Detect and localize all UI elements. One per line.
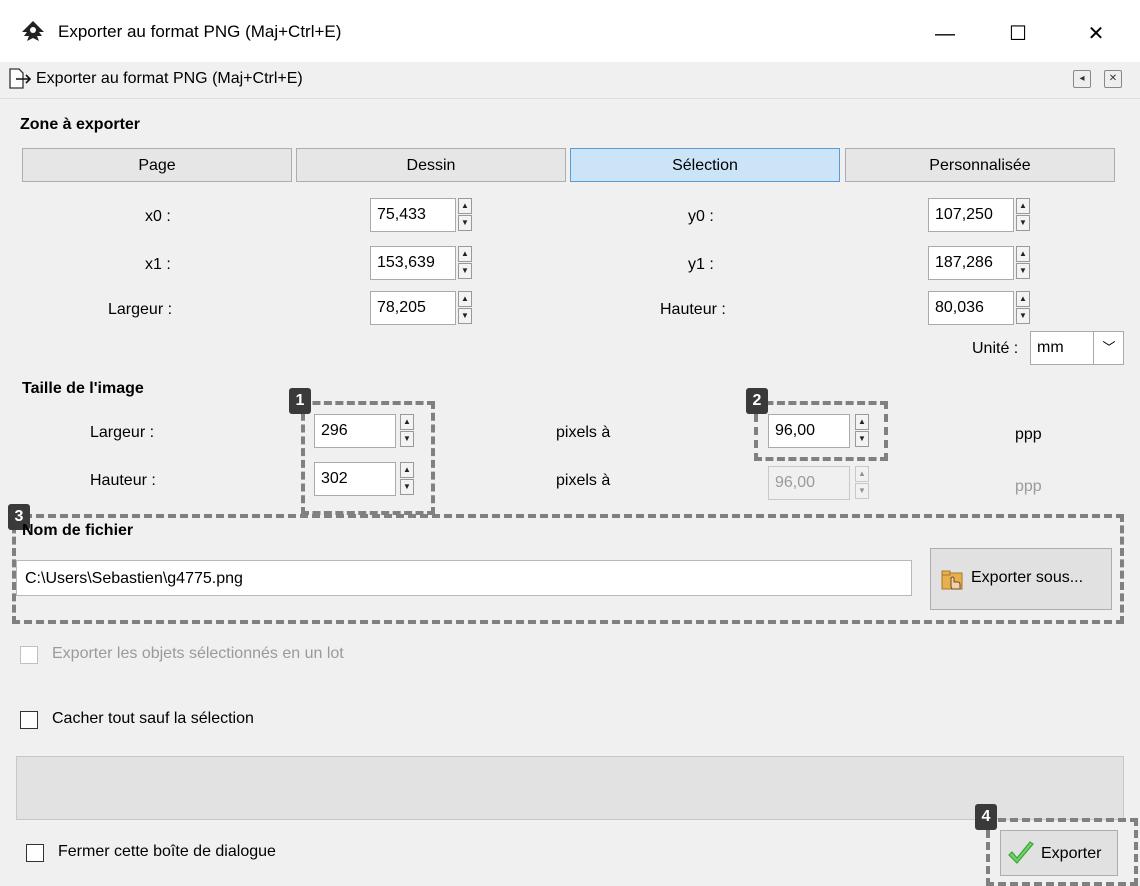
page-button[interactable]: Page xyxy=(22,148,292,182)
inkscape-icon xyxy=(22,21,44,41)
progress-area xyxy=(16,756,1124,820)
image-height-spinner[interactable]: ▲ ▼ xyxy=(400,462,414,496)
chevron-down-icon[interactable]: ﹀ xyxy=(1093,332,1124,364)
pixels-at-label: pixels à xyxy=(556,424,611,441)
y0-input[interactable]: 107,250 xyxy=(928,198,1014,232)
area-width-spinner[interactable]: ▲ ▼ xyxy=(458,291,472,325)
image-width-spinner[interactable]: ▲ ▼ xyxy=(400,414,414,448)
dpi-spinner[interactable]: ▲ ▼ xyxy=(855,414,869,448)
dpi-unit-label-2: ppp xyxy=(1015,478,1042,495)
y1-input[interactable]: 187,286 xyxy=(928,246,1014,280)
close-dialog-checkbox[interactable] xyxy=(26,844,44,862)
dpi-spinner-disabled: ▲ ▼ xyxy=(855,466,869,500)
hide-all-label: Cacher tout sauf la sélection xyxy=(52,710,254,727)
area-height-label: Hauteur : xyxy=(660,301,726,318)
x0-input[interactable]: 75,433 xyxy=(370,198,456,232)
image-width-input[interactable]: 296 xyxy=(314,414,396,448)
image-width-label: Largeur : xyxy=(90,424,155,441)
y1-label: y1 : xyxy=(688,256,714,273)
x0-label: x0 : xyxy=(145,208,171,225)
area-width-label: Largeur : xyxy=(108,301,173,318)
callout-badge-1: 1 xyxy=(289,388,311,414)
checkmark-icon xyxy=(1008,841,1034,864)
close-window-button[interactable]: ✕ xyxy=(1066,14,1126,54)
custom-button[interactable]: Personnalisée xyxy=(845,148,1115,182)
filename-title: Nom de fichier xyxy=(22,522,134,539)
unit-label: Unité : xyxy=(972,340,1019,357)
filename-input[interactable]: C:\Users\Sebastien\g4775.png xyxy=(16,560,912,596)
close-panel-button[interactable]: ✕ xyxy=(1104,70,1122,88)
y0-label: y0 : xyxy=(688,208,714,225)
dock-panel-button[interactable]: ◂ xyxy=(1073,70,1091,88)
window-title: Exporter au format PNG (Maj+Ctrl+E) xyxy=(58,22,342,41)
export-label: Exporter xyxy=(1041,845,1102,862)
image-height-input[interactable]: 302 xyxy=(314,462,396,496)
pixels-at-label-2: pixels à xyxy=(556,472,611,489)
folder-hand-icon xyxy=(941,570,963,590)
unit-value: mm xyxy=(1037,339,1064,356)
export-as-button[interactable]: Exporter sous... xyxy=(930,548,1112,610)
export-as-label: Exporter sous... xyxy=(971,569,1084,586)
close-dialog-label: Fermer cette boîte de dialogue xyxy=(58,843,276,860)
x1-label: x1 : xyxy=(145,256,171,273)
y1-spinner[interactable]: ▲ ▼ xyxy=(1016,246,1030,280)
minimize-button[interactable]: — xyxy=(915,14,975,54)
area-height-spinner[interactable]: ▲ ▼ xyxy=(1016,291,1030,325)
selection-button[interactable]: Sélection xyxy=(570,148,840,182)
export-button[interactable]: Exporter xyxy=(1000,830,1118,876)
dpi-input[interactable]: 96,00 xyxy=(768,414,850,448)
batch-export-checkbox[interactable] xyxy=(20,646,38,664)
drawing-button[interactable]: Dessin xyxy=(296,148,566,182)
batch-export-label: Exporter les objets sélectionnés en un l… xyxy=(52,645,344,662)
area-width-input[interactable]: 78,205 xyxy=(370,291,456,325)
image-height-label: Hauteur : xyxy=(90,472,156,489)
export-document-icon xyxy=(9,68,32,89)
callout-badge-4: 4 xyxy=(975,804,997,830)
dpi-input-disabled: 96,00 xyxy=(768,466,850,500)
hide-all-checkbox[interactable] xyxy=(20,711,38,729)
x1-input[interactable]: 153,639 xyxy=(370,246,456,280)
callout-badge-2: 2 xyxy=(746,388,768,414)
x0-spinner[interactable]: ▲ ▼ xyxy=(458,198,472,232)
panel-title: Exporter au format PNG (Maj+Ctrl+E) xyxy=(36,70,303,87)
y0-spinner[interactable]: ▲ ▼ xyxy=(1016,198,1030,232)
dpi-unit-label: ppp xyxy=(1015,426,1042,443)
unit-select[interactable]: mm ﹀ xyxy=(1030,331,1124,365)
maximize-button[interactable]: ☐ xyxy=(988,14,1048,54)
image-size-title: Taille de l'image xyxy=(22,380,144,397)
export-area-title: Zone à exporter xyxy=(20,116,141,133)
x1-spinner[interactable]: ▲ ▼ xyxy=(458,246,472,280)
area-height-input[interactable]: 80,036 xyxy=(928,291,1014,325)
